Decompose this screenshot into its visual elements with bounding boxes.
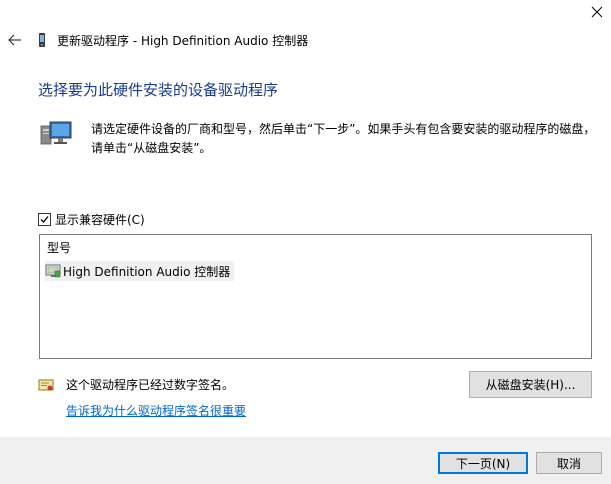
update-driver-window: 更新驱动程序 - High Definition Audio 控制器 选择要为此… xyxy=(0,0,611,484)
signing-info-link[interactable]: 告诉我为什么驱动程序签名很重要 xyxy=(66,402,246,419)
back-button[interactable] xyxy=(6,30,24,50)
show-compatible-label: 显示兼容硬件(C) xyxy=(55,213,145,227)
next-button[interactable]: 下一页(N) xyxy=(438,452,528,474)
hardware-computer-icon xyxy=(40,121,72,145)
show-compatible-checkbox[interactable] xyxy=(38,213,51,226)
title-row: 更新驱动程序 - High Definition Audio 控制器 xyxy=(0,28,611,52)
driver-icon xyxy=(45,264,61,278)
list-item-label: High Definition Audio 控制器 xyxy=(63,264,231,279)
back-arrow-icon xyxy=(8,34,21,46)
show-compatible-hardware[interactable]: 显示兼容硬件(C) xyxy=(38,211,145,228)
signature-status: 这个驱动程序已经过数字签名。 xyxy=(66,378,235,392)
cancel-button[interactable]: 取消 xyxy=(536,452,602,474)
instruction-text: 请选定硬件设备的厂商和型号，然后单击“下一步”。如果手头有包含要安装的驱动程序的… xyxy=(91,122,596,155)
page-heading: 选择要为此硬件安装的设备驱动程序 xyxy=(38,81,279,99)
certificate-icon xyxy=(38,379,54,391)
window-title: 更新驱动程序 - High Definition Audio 控制器 xyxy=(57,34,309,48)
device-icon xyxy=(39,33,45,47)
have-disk-button[interactable]: 从磁盘安装(H)... xyxy=(469,371,592,398)
list-item[interactable]: High Definition Audio 控制器 xyxy=(45,261,235,281)
checkmark-icon xyxy=(40,216,49,223)
close-button[interactable] xyxy=(583,0,611,24)
model-column-header: 型号 xyxy=(47,241,72,255)
model-list[interactable]: 型号 High Definition Audio 控制器 xyxy=(39,234,592,359)
close-icon xyxy=(591,6,603,18)
